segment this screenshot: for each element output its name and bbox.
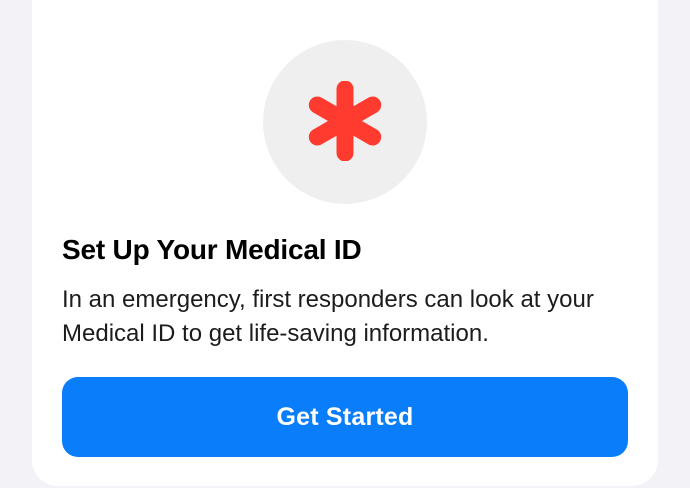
card-description: In an emergency, first responders can lo… [62, 286, 594, 347]
asterisk-icon [308, 81, 382, 161]
card-title: Set Up Your Medical ID [62, 234, 362, 265]
get-started-button[interactable]: Get Started [62, 377, 628, 457]
get-started-button-label: Get Started [276, 402, 414, 431]
